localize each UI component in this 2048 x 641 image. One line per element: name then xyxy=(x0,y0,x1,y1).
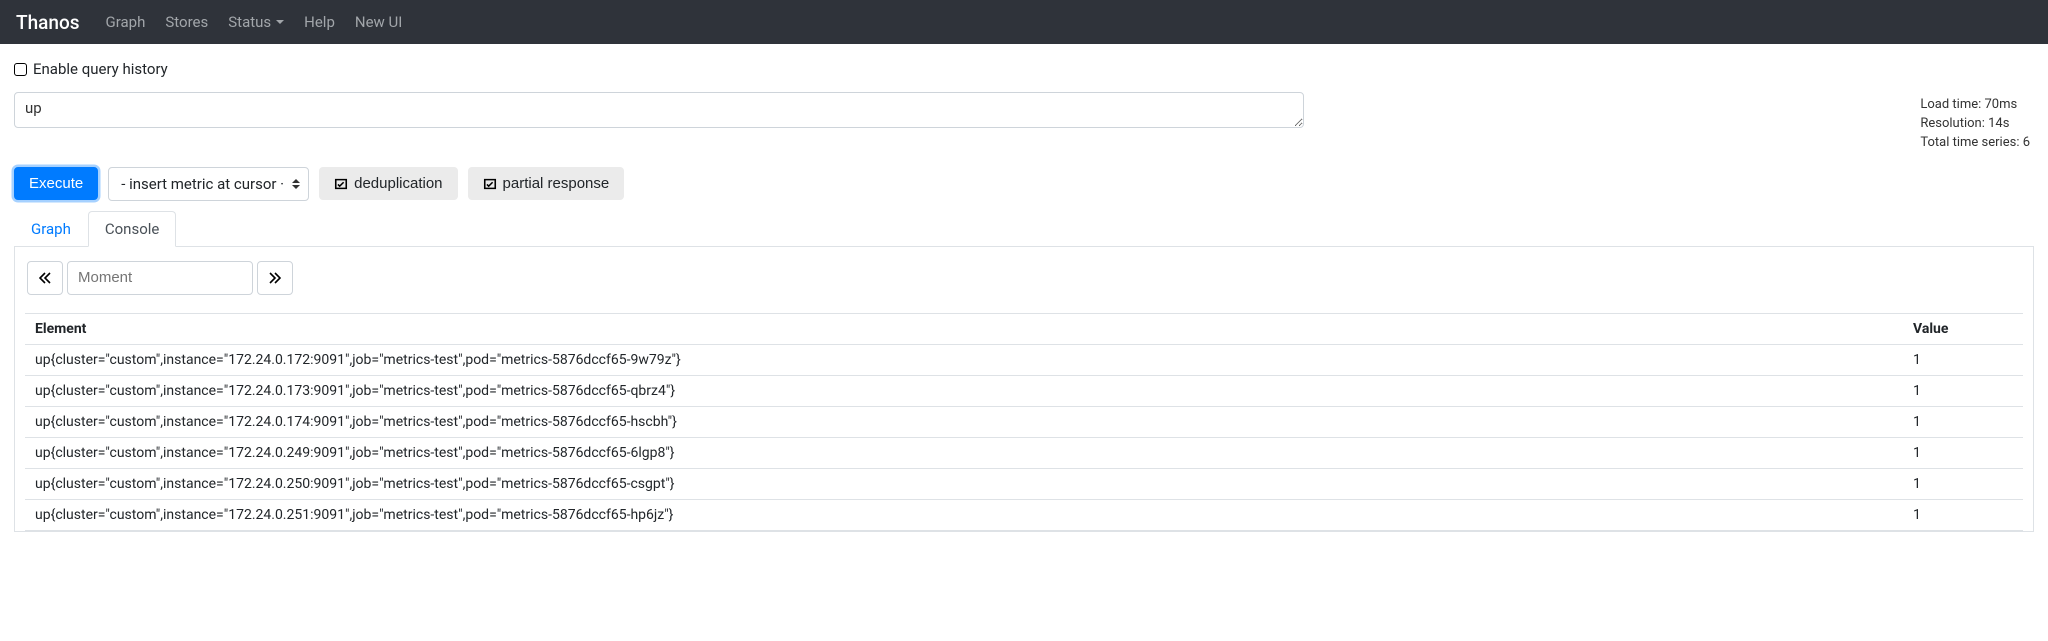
main-content: Enable query history Load time: 70ms Res… xyxy=(0,44,2048,548)
cell-value: 1 xyxy=(1903,406,2023,437)
partial-response-toggle[interactable]: partial response xyxy=(468,167,625,200)
rewind-icon xyxy=(39,272,51,284)
nav-links: Graph Stores Status Help New UI xyxy=(96,5,413,39)
dedup-toggle[interactable]: deduplication xyxy=(319,167,457,200)
moment-controls xyxy=(27,261,2023,295)
cell-value: 1 xyxy=(1903,344,2023,375)
check-icon xyxy=(334,177,348,191)
col-value: Value xyxy=(1903,313,2023,344)
cell-element: up{cluster="custom",instance="172.24.0.2… xyxy=(25,468,1903,499)
table-row: up{cluster="custom",instance="172.24.0.1… xyxy=(25,406,2023,437)
cell-element: up{cluster="custom",instance="172.24.0.1… xyxy=(25,344,1903,375)
table-header-row: Element Value xyxy=(25,313,2023,344)
partial-label: partial response xyxy=(503,175,610,192)
cell-element: up{cluster="custom",instance="172.24.0.1… xyxy=(25,406,1903,437)
nav-stores[interactable]: Stores xyxy=(155,5,218,39)
table-row: up{cluster="custom",instance="172.24.0.2… xyxy=(25,468,2023,499)
stat-load-time: Load time: 70ms xyxy=(1920,96,2030,115)
cell-element: up{cluster="custom",instance="172.24.0.1… xyxy=(25,375,1903,406)
metric-select-label: - insert metric at cursor · xyxy=(121,175,284,193)
nav-status[interactable]: Status xyxy=(218,5,294,39)
moment-next-button[interactable] xyxy=(257,261,293,295)
stat-total-series: Total time series: 6 xyxy=(1920,134,2030,153)
query-history-toggle[interactable]: Enable query history xyxy=(14,60,2034,78)
select-caret-icon xyxy=(292,179,300,189)
cell-element: up{cluster="custom",instance="172.24.0.2… xyxy=(25,437,1903,468)
execute-button[interactable]: Execute xyxy=(14,167,98,200)
cell-value: 1 xyxy=(1903,437,2023,468)
tabs: Graph Console xyxy=(14,211,2034,247)
query-input[interactable] xyxy=(14,92,1304,128)
navbar: Thanos Graph Stores Status Help New UI xyxy=(0,0,2048,44)
nav-graph[interactable]: Graph xyxy=(96,5,156,39)
brand[interactable]: Thanos xyxy=(16,11,80,34)
query-row: Load time: 70ms Resolution: 14s Total ti… xyxy=(14,92,2034,153)
chevron-down-icon xyxy=(276,20,284,24)
cell-element: up{cluster="custom",instance="172.24.0.2… xyxy=(25,499,1903,530)
cell-value: 1 xyxy=(1903,375,2023,406)
col-element: Element xyxy=(25,313,1903,344)
metric-select[interactable]: - insert metric at cursor · xyxy=(108,167,309,201)
cell-value: 1 xyxy=(1903,499,2023,530)
nav-help[interactable]: Help xyxy=(294,5,345,39)
forward-icon xyxy=(269,272,281,284)
check-icon xyxy=(483,177,497,191)
controls-row: Execute - insert metric at cursor · dedu… xyxy=(14,167,2034,201)
checkbox-icon xyxy=(14,63,27,76)
table-row: up{cluster="custom",instance="172.24.0.1… xyxy=(25,375,2023,406)
results-table: Element Value up{cluster="custom",instan… xyxy=(25,313,2023,531)
table-row: up{cluster="custom",instance="172.24.0.1… xyxy=(25,344,2023,375)
console-panel: Element Value up{cluster="custom",instan… xyxy=(14,247,2034,532)
table-row: up{cluster="custom",instance="172.24.0.2… xyxy=(25,437,2023,468)
tab-graph[interactable]: Graph xyxy=(14,211,88,247)
nav-status-label: Status xyxy=(228,13,271,31)
tab-console[interactable]: Console xyxy=(88,211,177,247)
query-history-label: Enable query history xyxy=(33,60,168,78)
moment-input[interactable] xyxy=(67,261,253,295)
query-stats: Load time: 70ms Resolution: 14s Total ti… xyxy=(1920,92,2034,153)
dedup-label: deduplication xyxy=(354,175,442,192)
nav-new-ui[interactable]: New UI xyxy=(345,5,412,39)
cell-value: 1 xyxy=(1903,468,2023,499)
moment-prev-button[interactable] xyxy=(27,261,63,295)
table-row: up{cluster="custom",instance="172.24.0.2… xyxy=(25,499,2023,530)
stat-resolution: Resolution: 14s xyxy=(1920,115,2030,134)
